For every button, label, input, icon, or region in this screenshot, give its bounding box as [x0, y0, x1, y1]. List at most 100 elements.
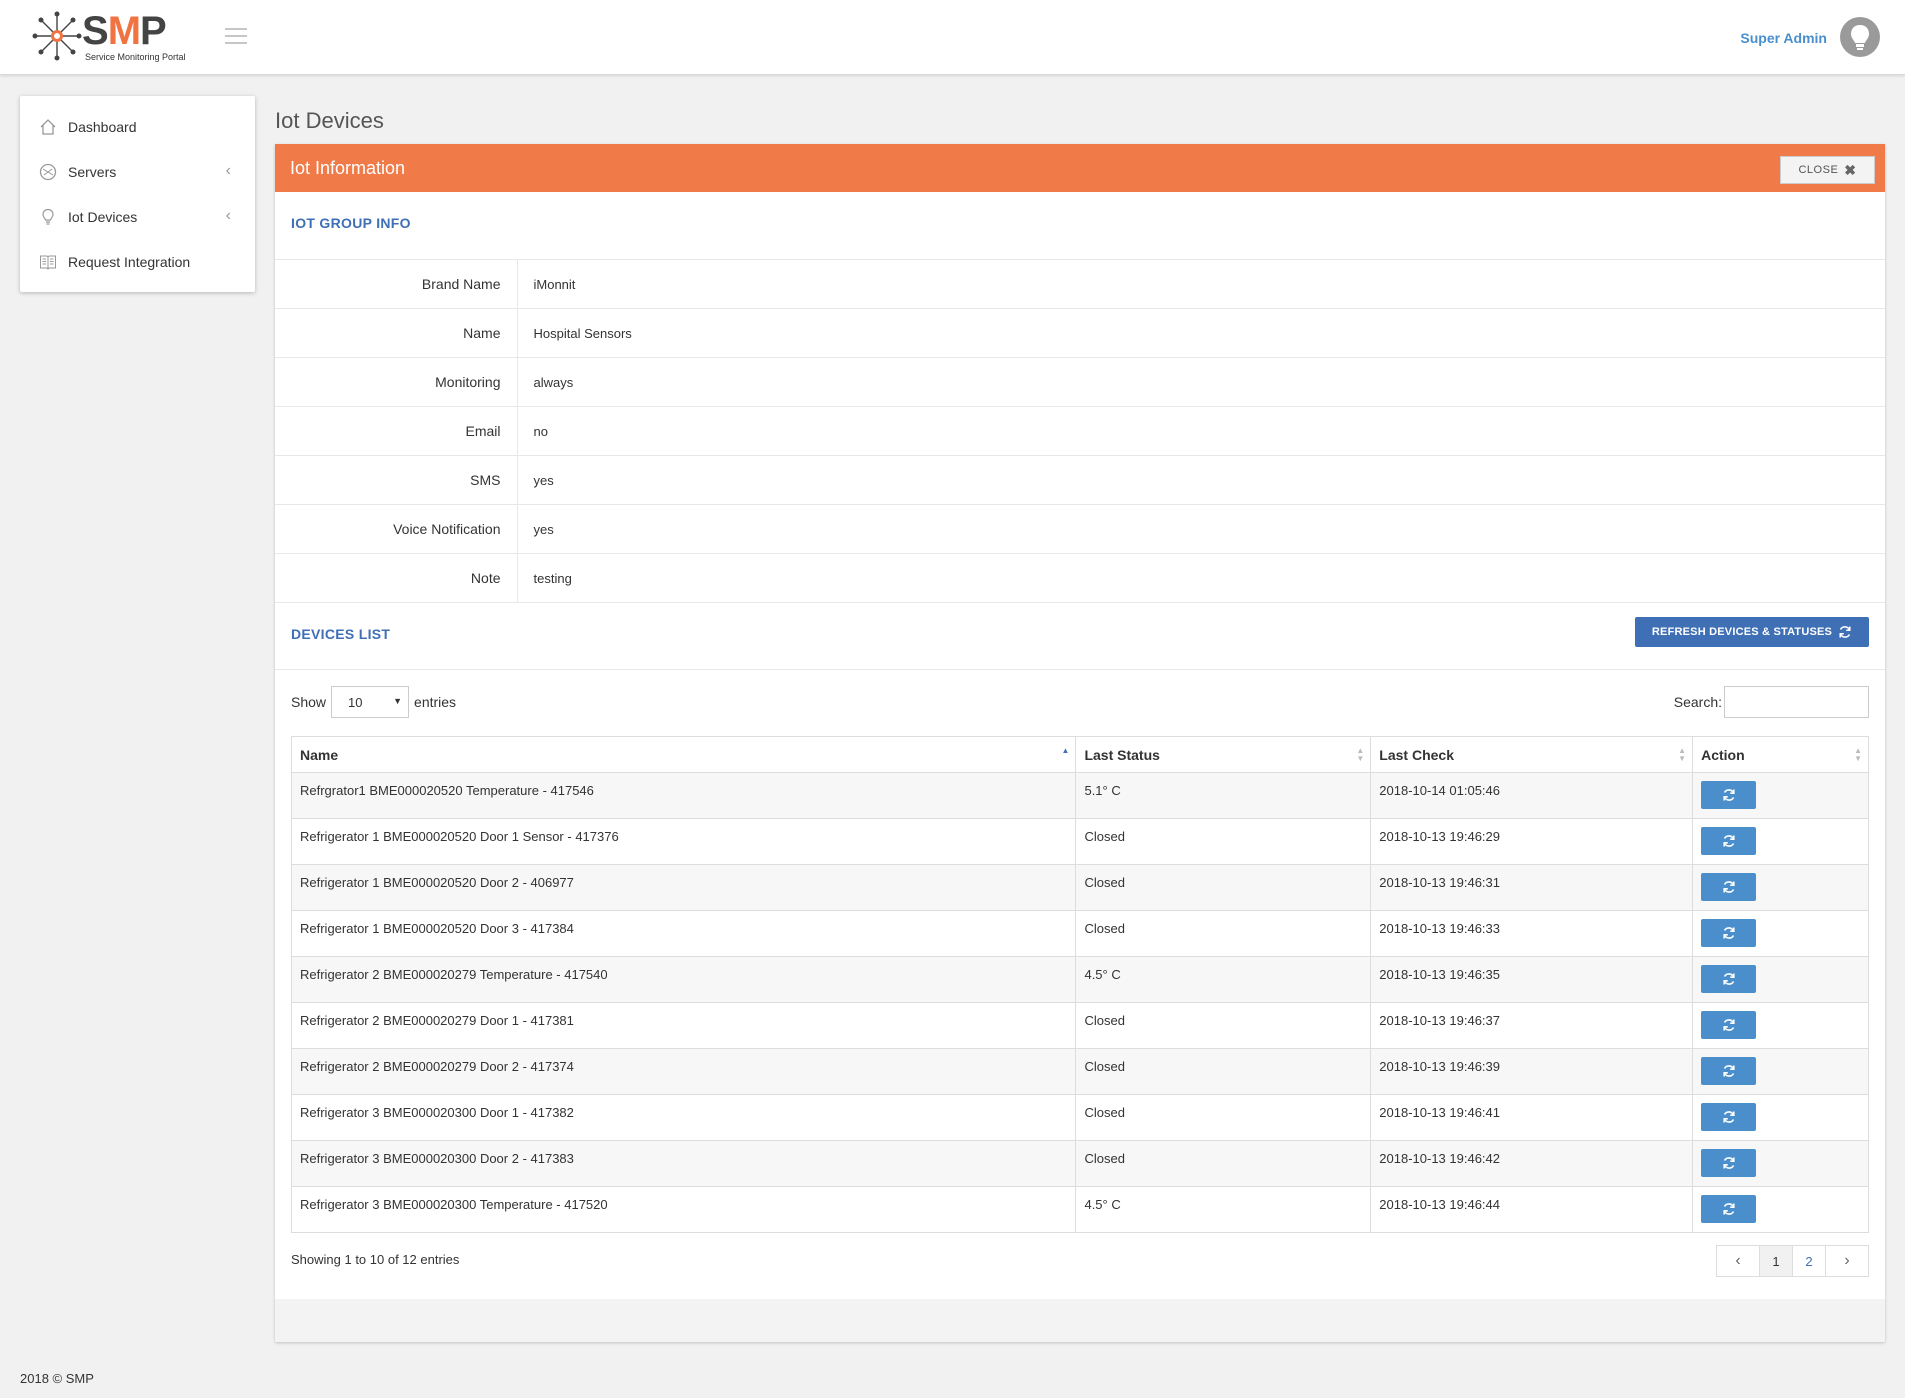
- device-action-cell: [1692, 1186, 1869, 1233]
- copyright-text: 2018 © SMP: [20, 1371, 94, 1386]
- sidebar-nav: Dashboard Servers ‹ Iot Devices ‹ Reques…: [20, 96, 255, 292]
- table-row: Refrigerator 2 BME000020279 Door 2 - 417…: [290, 1048, 1869, 1095]
- refresh-device-button[interactable]: [1701, 1195, 1757, 1223]
- refresh-icon: [1722, 789, 1735, 801]
- info-label: SMS: [275, 455, 518, 505]
- lightbulb-avatar-icon: [1851, 25, 1869, 50]
- device-status-cell: 5.1° C: [1075, 772, 1372, 819]
- refresh-device-button[interactable]: [1701, 965, 1757, 993]
- sidebar-item-servers[interactable]: Servers ‹: [20, 149, 255, 194]
- info-label: Monitoring: [275, 357, 518, 407]
- device-action-cell: [1692, 1094, 1869, 1141]
- device-last-check-cell: 2018-10-13 19:46:39: [1370, 1048, 1694, 1095]
- panel-title: Iot Information: [290, 158, 406, 178]
- info-label: Note: [275, 553, 518, 603]
- home-icon: [38, 117, 58, 137]
- iot-information-panel: Iot Information CLOSE ✖ IOT GROUP INFO B…: [275, 144, 1885, 1342]
- device-name-cell: Refrigerator 2 BME000020279 Door 2 - 417…: [290, 1048, 1077, 1095]
- server-icon: [38, 162, 58, 182]
- section-divider: [275, 669, 1885, 670]
- table-row: Refrigerator 3 BME000020300 Door 2 - 417…: [290, 1140, 1869, 1187]
- close-button-label: CLOSE: [1798, 164, 1839, 176]
- pagination-prev-button[interactable]: ‹: [1716, 1245, 1760, 1277]
- refresh-device-button[interactable]: [1701, 781, 1757, 809]
- iot-group-info-heading: IOT GROUP INFO: [291, 215, 411, 231]
- info-label: Brand Name: [275, 259, 518, 309]
- refresh-icon: [1722, 973, 1735, 985]
- device-name-cell: Refrigerator 2 BME000020279 Door 1 - 417…: [290, 1002, 1077, 1049]
- refresh-device-button[interactable]: [1701, 1103, 1757, 1131]
- device-name-cell: Refrigerator 2 BME000020279 Temperature …: [290, 956, 1077, 1003]
- device-action-cell: [1692, 1140, 1869, 1187]
- book-icon: [38, 252, 58, 272]
- device-action-cell: [1692, 772, 1869, 819]
- sidebar-item-request-integration[interactable]: Request Integration: [20, 239, 255, 284]
- device-last-check-cell: 2018-10-13 19:46:31: [1370, 864, 1694, 911]
- device-last-check-cell: 2018-10-13 19:46:29: [1370, 818, 1694, 865]
- device-name-cell: Refrigerator 1 BME000020520 Door 1 Senso…: [290, 818, 1077, 865]
- refresh-device-button[interactable]: [1701, 1011, 1757, 1039]
- device-status-cell: 4.5° C: [1075, 1186, 1372, 1233]
- refresh-device-button[interactable]: [1701, 1057, 1757, 1085]
- refresh-device-button[interactable]: [1701, 919, 1757, 947]
- device-name-cell: Refrigerator 3 BME000020300 Door 1 - 417…: [290, 1094, 1077, 1141]
- table-row: Refrigerator 2 BME000020279 Door 1 - 417…: [290, 1002, 1869, 1049]
- device-name-cell: Refrigerator 3 BME000020300 Temperature …: [290, 1186, 1077, 1233]
- entries-select-value: 10: [348, 694, 363, 710]
- close-button[interactable]: CLOSE ✖: [1780, 156, 1875, 184]
- chevron-left-icon: ‹: [225, 207, 231, 224]
- info-row-name: Name Hospital Sensors: [275, 308, 1885, 358]
- refresh-icon: [1722, 1065, 1735, 1077]
- device-last-check-cell: 2018-10-13 19:46:44: [1370, 1186, 1694, 1233]
- device-action-cell: [1692, 818, 1869, 865]
- refresh-devices-button[interactable]: REFRESH DEVICES & STATUSES: [1635, 617, 1869, 647]
- table-row: Refrigerator 3 BME000020300 Temperature …: [290, 1186, 1869, 1233]
- panel-footer: [275, 1299, 1885, 1342]
- menu-toggle-icon[interactable]: [225, 28, 247, 44]
- search-label: Search:: [1673, 694, 1722, 710]
- refresh-device-button[interactable]: [1701, 1149, 1757, 1177]
- device-last-check-cell: 2018-10-14 01:05:46: [1370, 772, 1694, 819]
- user-name-link[interactable]: Super Admin: [1740, 30, 1827, 46]
- device-last-check-cell: 2018-10-13 19:46:35: [1370, 956, 1694, 1003]
- column-header-last-check[interactable]: Last Check ▲ ▼: [1370, 736, 1694, 773]
- pagination-next-button[interactable]: ›: [1825, 1245, 1869, 1277]
- sidebar-item-label: Request Integration: [68, 253, 191, 270]
- info-row-sms: SMS yes: [275, 455, 1885, 505]
- devices-table: Name ▲ Last Status ▲ ▼ Last Check ▲ ▼ Acti…: [290, 736, 1869, 1233]
- smp-logo[interactable]: SMP Service Monitoring Portal: [30, 9, 190, 65]
- column-header-name[interactable]: Name ▲: [290, 736, 1077, 773]
- refresh-device-button[interactable]: [1701, 827, 1757, 855]
- sort-icon: ▲ ▼: [1854, 746, 1862, 763]
- column-header-label: Last Status: [1084, 746, 1160, 763]
- network-logo-icon: [32, 11, 82, 61]
- panel-header: Iot Information CLOSE ✖: [275, 144, 1885, 192]
- refresh-device-button[interactable]: [1701, 873, 1757, 901]
- refresh-icon: [1722, 1157, 1735, 1169]
- user-avatar[interactable]: [1840, 17, 1880, 57]
- info-row-note: Note testing: [275, 553, 1885, 603]
- info-value: testing: [533, 570, 572, 586]
- device-last-check-cell: 2018-10-13 19:46:33: [1370, 910, 1694, 957]
- column-header-action[interactable]: Action ▲ ▼: [1692, 736, 1869, 773]
- pagination-page-1[interactable]: 1: [1759, 1245, 1793, 1277]
- table-row: Refrigerator 1 BME000020520 Door 1 Senso…: [290, 818, 1869, 865]
- sidebar-item-label: Servers: [68, 163, 117, 180]
- info-row-voice-notification: Voice Notification yes: [275, 504, 1885, 554]
- entries-select[interactable]: 10 ▼: [331, 686, 410, 718]
- device-name-cell: Refrigerator 1 BME000020520 Door 2 - 406…: [290, 864, 1077, 911]
- table-header-row: Name ▲ Last Status ▲ ▼ Last Check ▲ ▼ Acti…: [290, 736, 1869, 773]
- pagination-page-2[interactable]: 2: [1792, 1245, 1826, 1277]
- device-last-check-cell: 2018-10-13 19:46:41: [1370, 1094, 1694, 1141]
- column-header-label: Last Check: [1379, 746, 1454, 763]
- device-status-cell: Closed: [1075, 818, 1372, 865]
- search-input[interactable]: [1724, 686, 1869, 718]
- table-row: Refrigerator 1 BME000020520 Door 3 - 417…: [290, 910, 1869, 957]
- entries-length-control: Show 10 ▼ entries: [291, 686, 456, 718]
- info-value: no: [533, 423, 548, 439]
- device-status-cell: Closed: [1075, 864, 1372, 911]
- sidebar-item-iot-devices[interactable]: Iot Devices ‹: [20, 194, 255, 239]
- info-value: yes: [533, 472, 554, 488]
- sidebar-item-dashboard[interactable]: Dashboard: [20, 104, 255, 149]
- column-header-last-status[interactable]: Last Status ▲ ▼: [1075, 736, 1372, 773]
